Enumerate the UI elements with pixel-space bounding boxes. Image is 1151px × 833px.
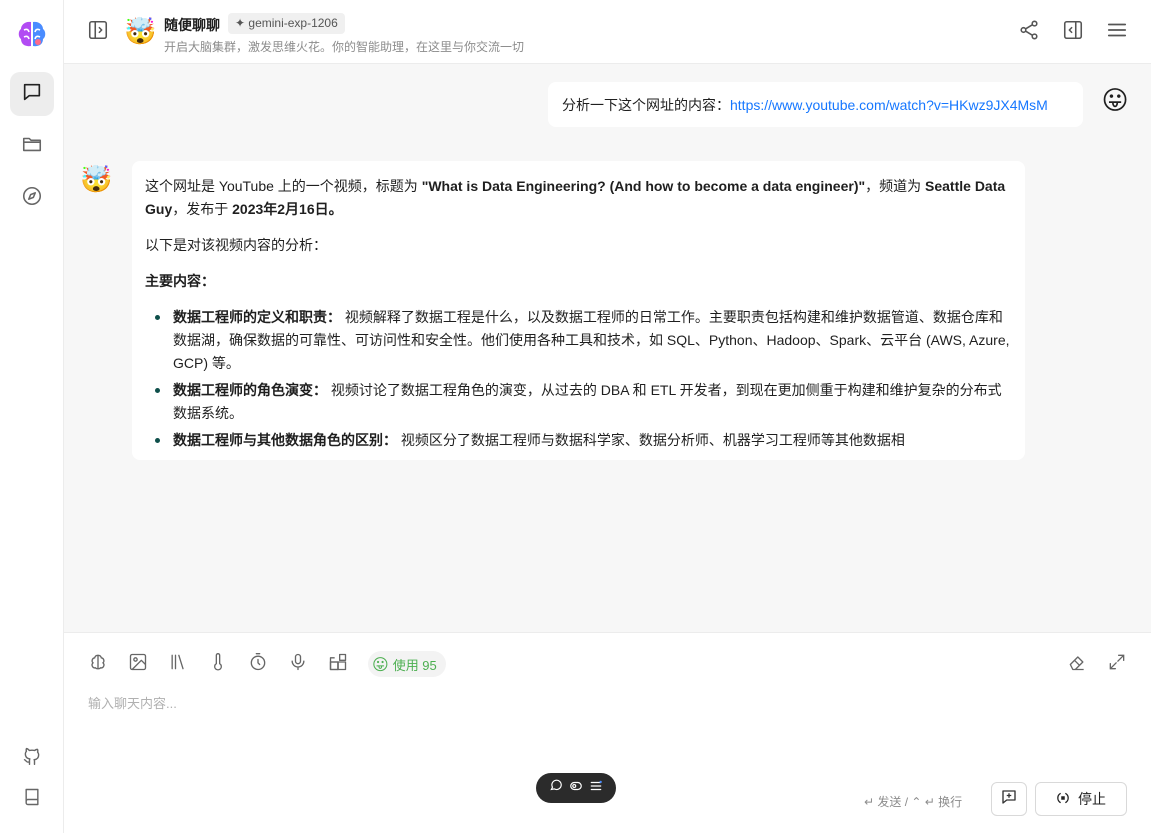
folder-icon (21, 133, 43, 160)
message-paragraph: 以下是对该视频内容的分析： (145, 237, 327, 253)
sidebar-item-chat[interactable] (10, 72, 54, 116)
list-item-text: 视频区分了数据工程师与数据科学家、数据分析师、机器学习工程师等其他数据相 (397, 432, 905, 448)
brain-logo-icon[interactable] (16, 18, 48, 52)
list-item: 数据工程师的定义和职责： 视频解释了数据工程是什么，以及数据工程师的日常工作。主… (155, 306, 1011, 375)
library-icon (168, 652, 188, 677)
chat-header: 🤯 随便聊聊 ✦ gemini-exp-1206 开启大脑集群，激发思维火花。你… (64, 0, 1151, 64)
page-title: 随便聊聊 (164, 17, 220, 33)
history-limit-button[interactable] (247, 652, 269, 677)
usage-emoji-icon: 😛 (372, 654, 389, 674)
toggle-sidebar-button[interactable] (86, 20, 110, 44)
brain-icon (88, 652, 108, 677)
thermometer-icon (208, 652, 228, 677)
text-span: ，频道为 (865, 178, 926, 194)
book-icon (22, 787, 42, 812)
menu-icon (1106, 19, 1128, 46)
composer: 😛 使用 95 输入聊天内容... ↵ 发送 / ⌃ ↵ 换行 停止 (64, 632, 1151, 833)
voice-input-button[interactable] (287, 653, 309, 675)
list-view-icon[interactable] (589, 779, 603, 798)
menu-button[interactable] (1105, 20, 1129, 44)
publish-date: 2023年2月16日。 (232, 201, 343, 217)
temperature-button[interactable] (207, 652, 229, 677)
image-icon (128, 652, 148, 677)
video-title: "What is Data Engineering? (And how to b… (421, 178, 866, 194)
send-hint: ↵ 发送 / ⌃ ↵ 换行 (864, 795, 963, 809)
clear-context-button[interactable] (1066, 653, 1088, 675)
message-paragraph: 这个网址是 YouTube 上的一个视频，标题为 "What is Data E… (145, 175, 1011, 221)
expand-icon (1107, 652, 1127, 677)
model-select-button[interactable] (87, 653, 109, 675)
sidebar (0, 0, 64, 833)
insert-message-button[interactable] (991, 782, 1027, 816)
list-item-title: 数据工程师的角色演变： (173, 382, 327, 398)
github-icon (22, 746, 42, 771)
list-item: 数据工程师与其他数据角色的区别： 视频区分了数据工程师与数据科学家、数据分析师、… (155, 429, 1011, 452)
bullet-list: 数据工程师的定义和职责： 视频解释了数据工程是什么，以及数据工程师的日常工作。主… (145, 306, 1011, 452)
github-link[interactable] (10, 736, 54, 780)
sidebar-item-files[interactable] (10, 124, 54, 168)
plugins-button[interactable] (327, 653, 349, 675)
microphone-icon (288, 652, 308, 677)
stop-icon (1056, 791, 1070, 808)
user-message: 分析一下这个网址的内容： https://www.youtube.com/wat… (548, 82, 1083, 127)
assistant-message: 这个网址是 YouTube 上的一个视频，标题为 "What is Data E… (132, 161, 1025, 460)
assistant-avatar[interactable]: 🤯 (80, 164, 112, 196)
message-link[interactable]: https://www.youtube.com/watch?v=HKwz9JX4… (730, 97, 1048, 113)
share-icon (1018, 19, 1040, 46)
usage-text: 使用 95 (392, 657, 437, 673)
knowledge-base-button[interactable] (167, 653, 189, 675)
list-item-title: 数据工程师的定义和职责： (173, 309, 341, 325)
list-item-title: 数据工程师与其他数据角色的区别： (173, 432, 397, 448)
sidebar-item-discover[interactable] (10, 176, 54, 220)
agent-avatar[interactable]: 🤯 (124, 16, 156, 48)
compass-icon (21, 185, 43, 212)
panel-toggle-icon (1062, 19, 1084, 46)
chat-mode-icon[interactable] (549, 779, 563, 798)
page-subtitle: 开启大脑集群，激发思维火花。你的智能助理，在这里与你交流一切 (164, 40, 525, 54)
docs-link[interactable] (10, 777, 54, 821)
share-button[interactable] (1017, 20, 1041, 44)
text-span: 这个网址是 YouTube 上的一个视频，标题为 (145, 178, 422, 194)
stop-button[interactable]: 停止 (1035, 782, 1127, 816)
model-badge[interactable]: ✦ gemini-exp-1206 (228, 13, 345, 34)
sidebar-toggle-icon (87, 19, 109, 46)
list-item: 数据工程师的角色演变： 视频讨论了数据工程角色的演变，从过去的 DBA 和 ET… (155, 379, 1011, 425)
token-usage-badge[interactable]: 😛 使用 95 (368, 651, 446, 677)
floating-toolbar (536, 773, 616, 803)
timer-icon (248, 652, 268, 677)
chat-bubble-icon (21, 81, 43, 108)
eraser-icon (1067, 652, 1087, 677)
expand-composer-button[interactable] (1106, 653, 1128, 675)
upload-image-button[interactable] (127, 653, 149, 675)
section-heading: 主要内容： (145, 270, 1011, 293)
main-area: 🤯 随便聊聊 ✦ gemini-exp-1206 开启大脑集群，激发思维火花。你… (64, 0, 1151, 833)
toggle-panel-button[interactable] (1061, 20, 1085, 44)
text-span: ，发布于 (172, 201, 233, 217)
stop-label: 停止 (1078, 791, 1106, 807)
message-plus-icon (1000, 788, 1018, 811)
plugin-icon (328, 652, 348, 677)
user-avatar[interactable]: 😛 (1099, 85, 1131, 117)
chat-input[interactable]: 输入聊天内容... (88, 693, 177, 712)
user-message-text: 分析一下这个网址的内容： (562, 96, 730, 113)
section-heading-text: 主要内容： (145, 273, 215, 289)
toggle-view-icon[interactable] (569, 779, 583, 798)
